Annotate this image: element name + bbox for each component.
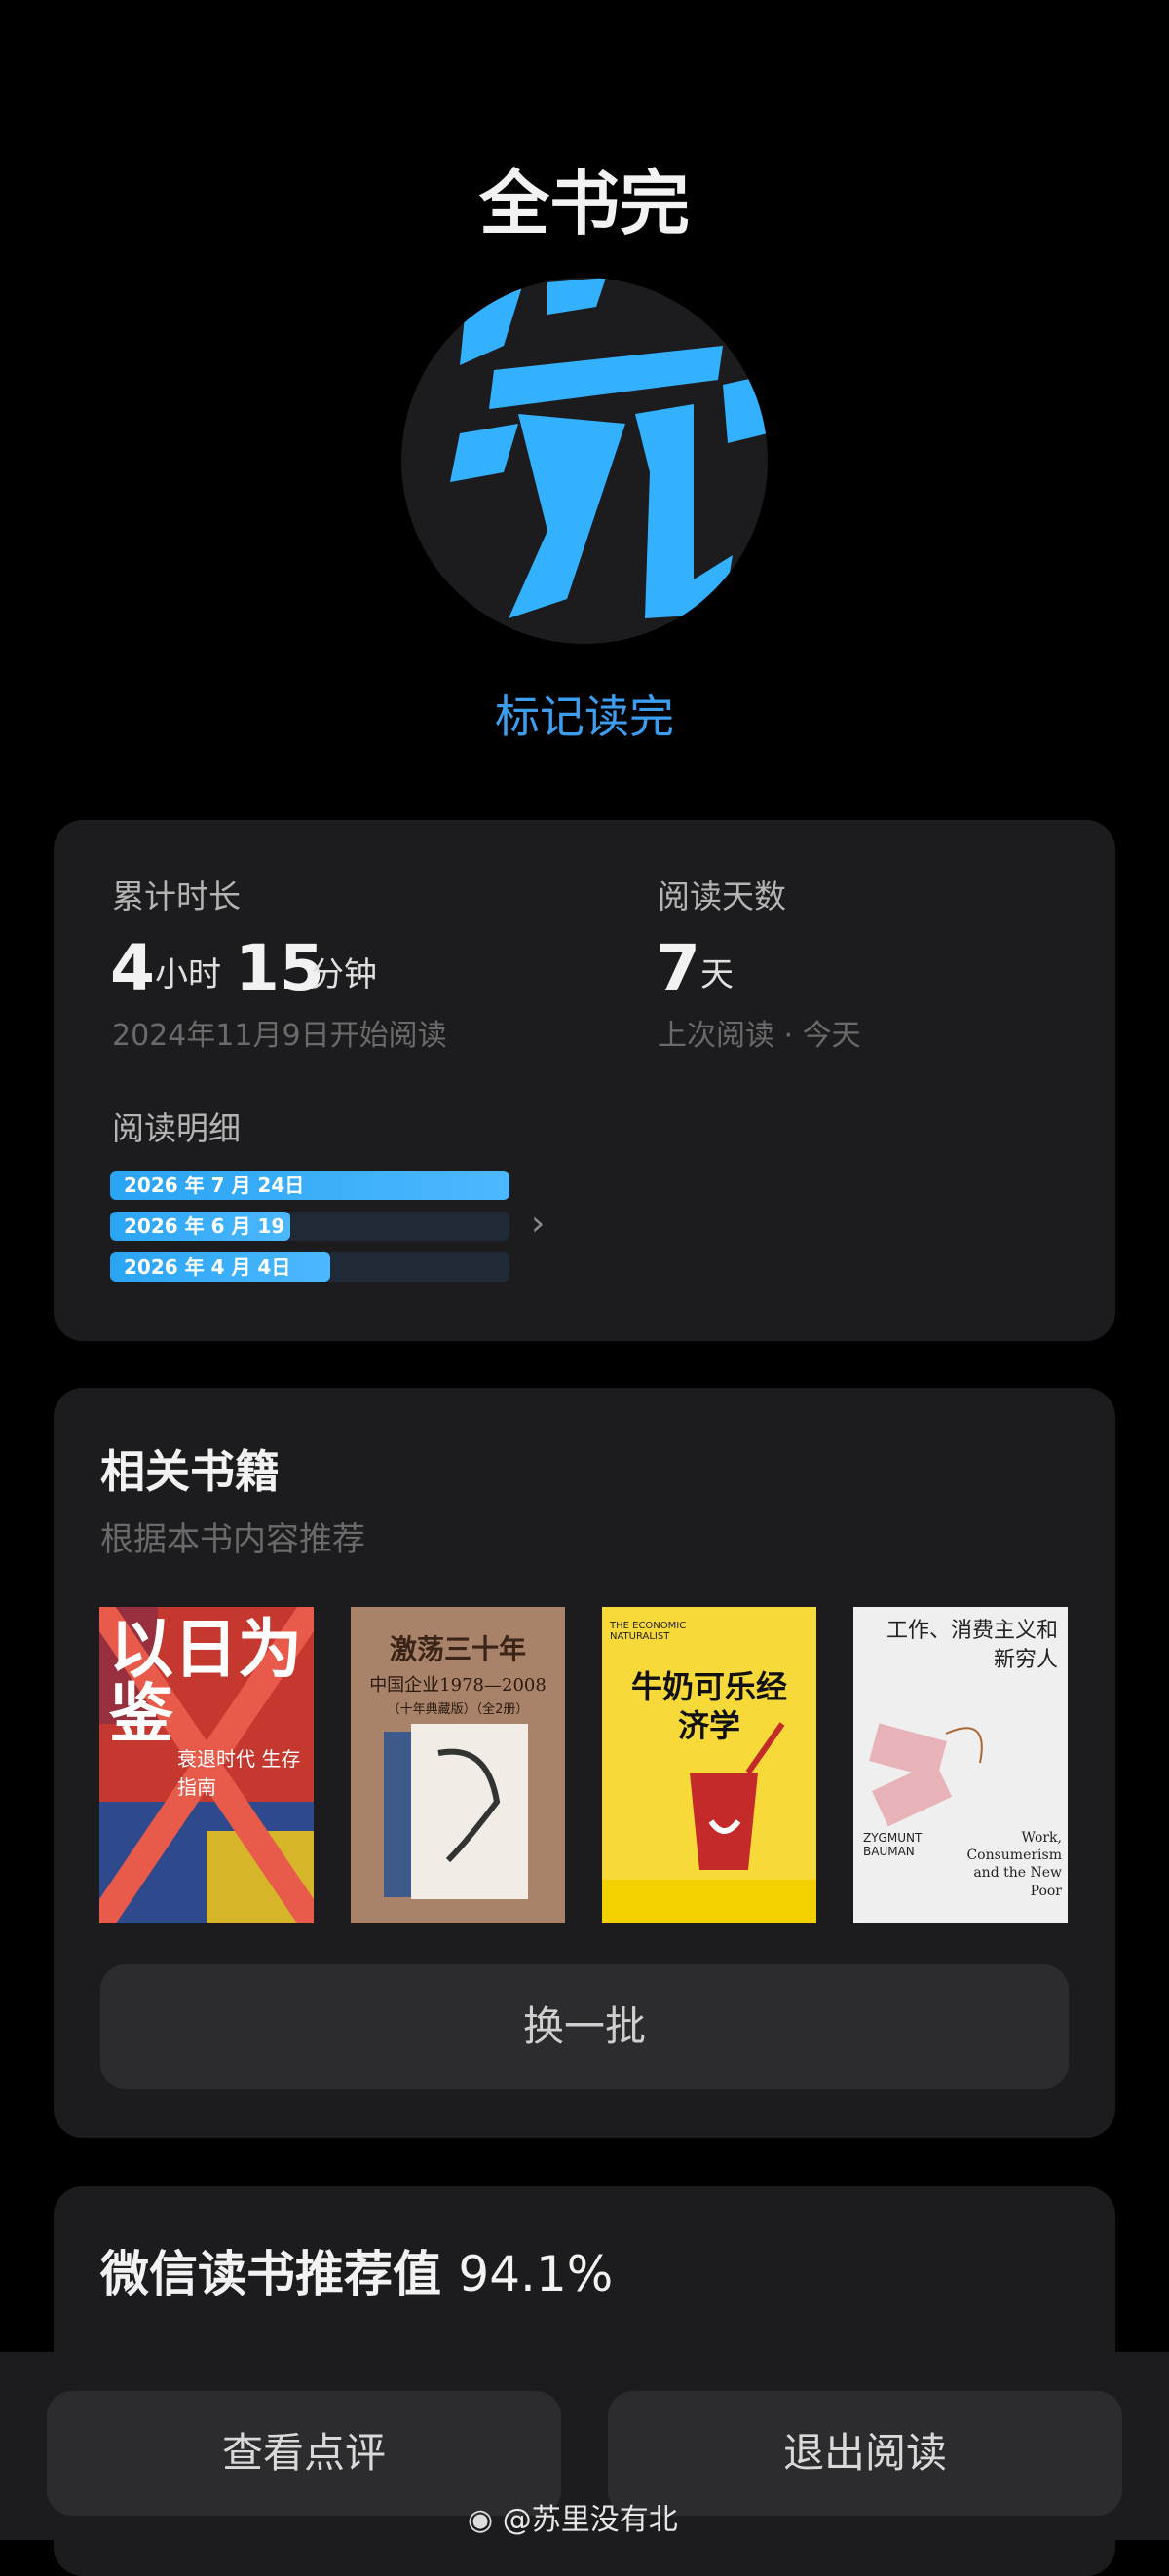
reading-stats-card: 累计时长 4 小时 15 分钟 2024年11月9日开始阅读 阅读天数 7 天 … [54, 820, 1115, 1341]
weibo-icon: ◉ [468, 2503, 494, 2537]
exit-reading-button[interactable]: 退出阅读 [608, 2391, 1122, 2516]
mark-read-button[interactable]: 标记读完 [0, 682, 1169, 746]
detail-date: 2026 年 6 月 19 [124, 1214, 285, 1238]
related-books-card: 相关书籍 根据本书内容推荐 以日为鉴 衰退时代 生存指南 激荡三十年 中国企业1… [54, 1388, 1115, 2138]
finished-brush-icon [450, 278, 768, 618]
related-title: 相关书籍 [100, 1445, 280, 1498]
rating-value: 94.1% [458, 2246, 614, 2302]
watermark-text: @苏里没有北 [502, 2503, 678, 2537]
detail-row: 2026 年 7 月 24日 [110, 1171, 509, 1200]
book-cover-1[interactable]: 以日为鉴 衰退时代 生存指南 [99, 1607, 314, 1923]
book-cup-illustration [602, 1722, 816, 1923]
duration-label: 累计时长 [112, 877, 241, 915]
book-cover-4[interactable]: 工作、消费主义和新穷人 ZYGMUNT BAUMAN Work, Consume… [853, 1607, 1068, 1923]
detail-date: 2026 年 7 月 24日 [124, 1174, 305, 1197]
book-subtitle: 衰退时代 生存指南 [177, 1747, 301, 1799]
detail-row: 2026 年 6 月 19 [110, 1212, 509, 1241]
days-value: 7 [656, 931, 700, 1006]
book-author: ZYGMUNT BAUMAN [863, 1831, 923, 1858]
page-title: 全书完 [478, 162, 690, 244]
related-subtitle: 根据本书内容推荐 [100, 1520, 365, 1559]
hours-value: 4 [110, 931, 155, 1006]
start-date-text: 2024年11月9日开始阅读 [112, 1019, 447, 1053]
detail-row: 2026 年 4 月 4日 [110, 1252, 509, 1282]
book-box-illustration [384, 1724, 528, 1899]
recommendation-score: 微信读书推荐值 94.1% [100, 2235, 613, 2305]
book-title: 以日为鉴 [109, 1611, 302, 1751]
chevron-right-icon[interactable]: › [531, 1207, 560, 1242]
book-cover-2[interactable]: 激荡三十年 中国企业1978—2008 （十年典藏版）（全2册） [351, 1607, 565, 1923]
days-label: 阅读天数 [658, 877, 786, 915]
detail-label: 阅读明细 [112, 1109, 241, 1147]
days-unit: 天 [700, 955, 734, 994]
minutes-unit: 分钟 [311, 955, 377, 994]
finished-badge [401, 278, 768, 644]
last-read-text: 上次阅读 · 今天 [658, 1019, 861, 1053]
detail-date: 2026 年 4 月 4日 [124, 1255, 291, 1279]
watermark: ◉ @苏里没有北 [468, 2495, 678, 2538]
rating-label: 微信读书推荐值 [100, 2246, 441, 2302]
refresh-books-button[interactable]: 换一批 [100, 1964, 1069, 2089]
book-cover-3[interactable]: THE ECONOMIC NATURALIST 牛奶可乐经济学 [602, 1607, 816, 1923]
book-en-title: Work, Consumerism and the New Poor [966, 1830, 1062, 1899]
hours-unit: 小时 [155, 955, 221, 994]
